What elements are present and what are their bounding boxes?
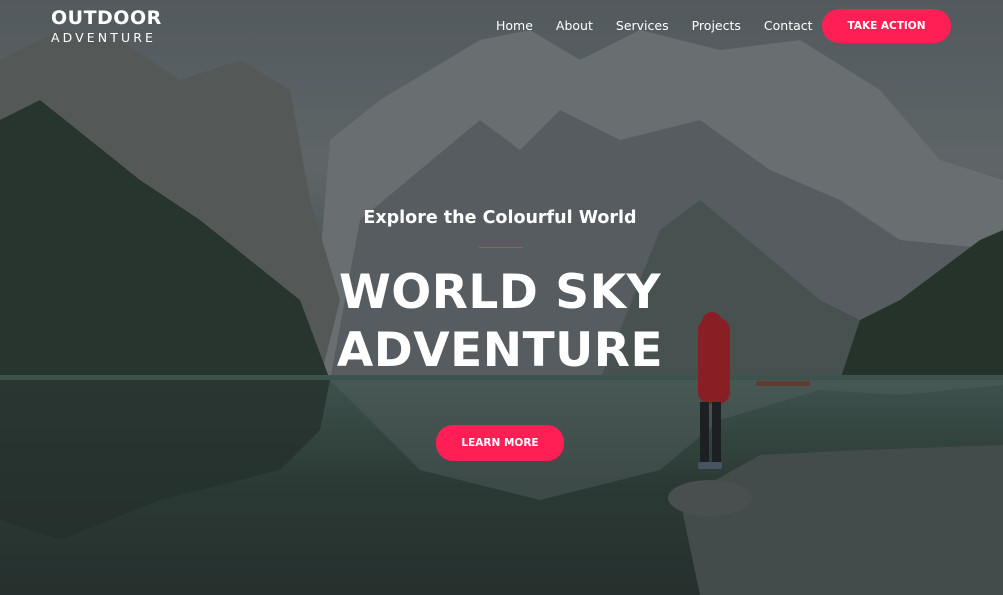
nav-contact[interactable]: Contact (764, 17, 813, 35)
title-divider (479, 247, 523, 248)
nav-projects[interactable]: Projects (692, 17, 741, 35)
logo-tagline: ADVENTURE (51, 30, 157, 45)
hero-subtitle: Explore the Colourful World (363, 208, 637, 228)
hero-title: WORLD SKY ADVENTURE (0, 264, 1000, 380)
nav-home[interactable]: Home (496, 17, 533, 35)
nav-about[interactable]: About (556, 17, 593, 35)
hero-section: OUTDOOR ADVENTURE Home About Services Pr… (0, 0, 1003, 595)
take-action-button[interactable]: TAKE ACTION (822, 9, 951, 43)
main-nav: Home About Services Projects Contact (496, 17, 836, 35)
site-logo[interactable]: OUTDOOR ADVENTURE (51, 8, 162, 46)
logo-title: OUTDOOR (51, 7, 162, 29)
nav-services[interactable]: Services (616, 17, 669, 35)
hero-title-line-1: WORLD SKY (338, 265, 662, 320)
hero-title-line-2: ADVENTURE (336, 323, 664, 378)
learn-more-button[interactable]: LEARN MORE (436, 425, 564, 461)
